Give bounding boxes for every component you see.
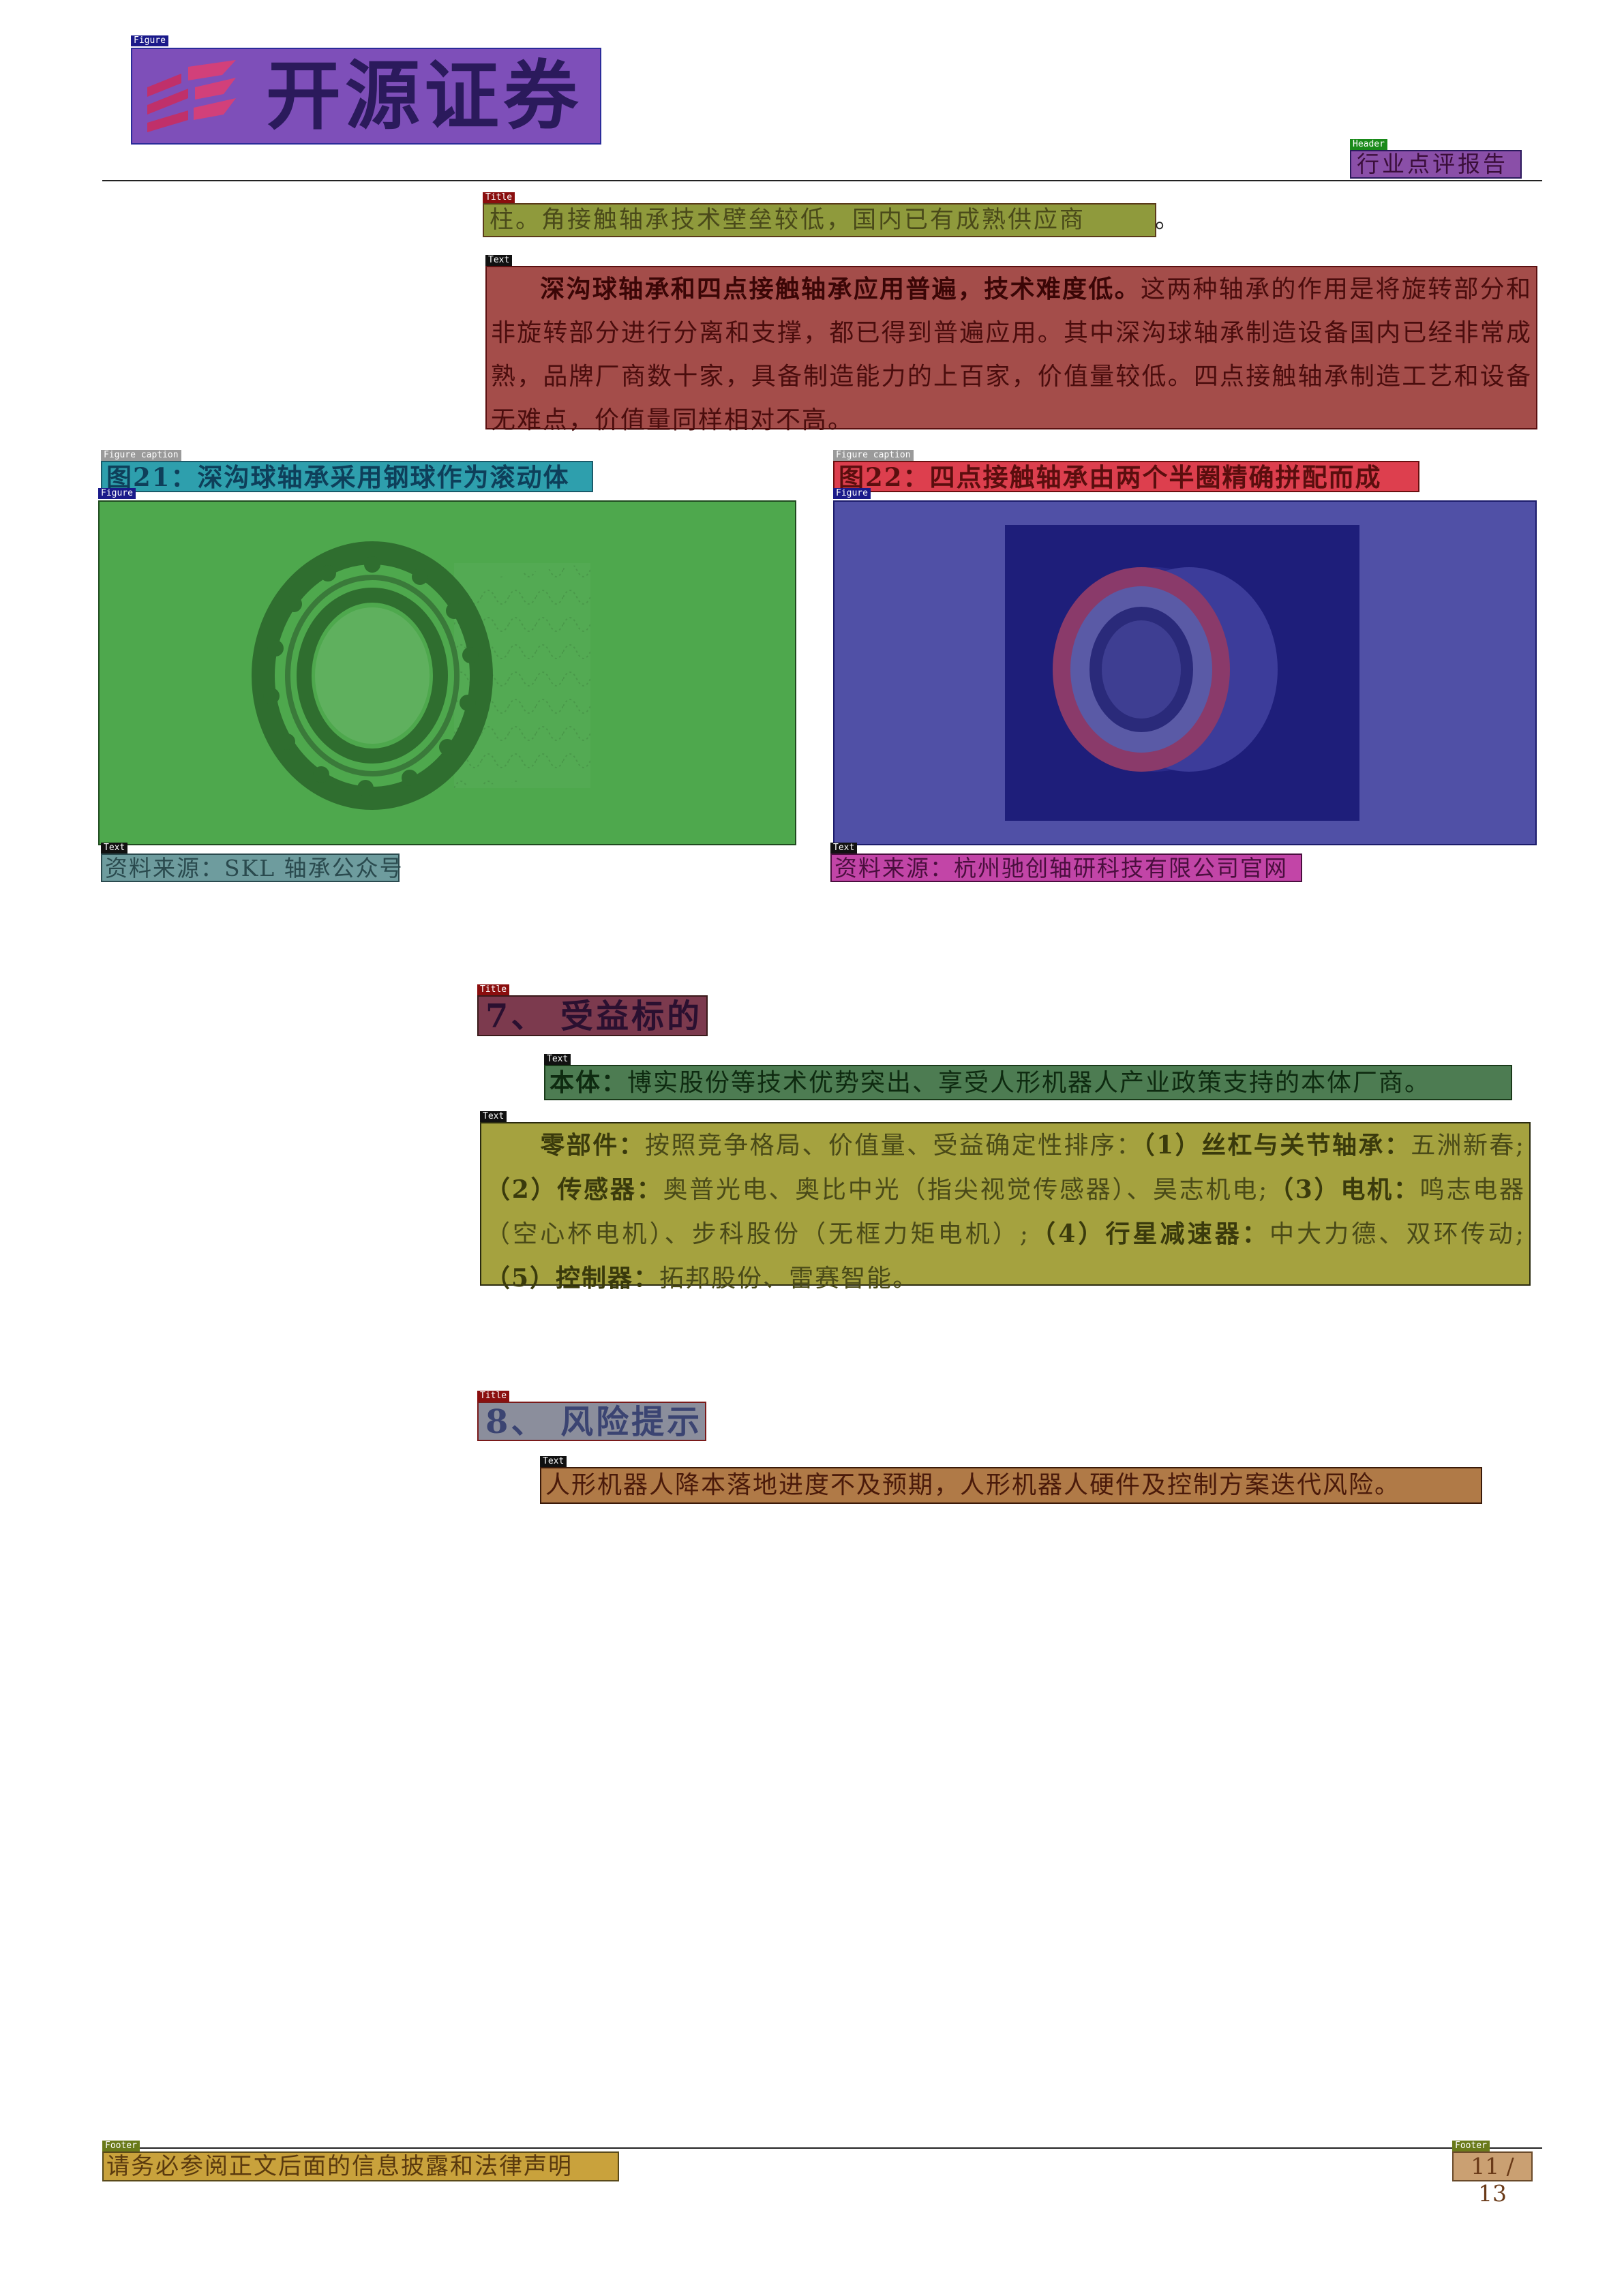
figure22-caption: 图22：四点接触轴承由两个半圈精确拼配而成 [833, 461, 1419, 492]
layout-tag-text: Text [485, 255, 513, 266]
footer-rule [102, 2147, 1542, 2149]
components-item5-text: 拓邦股份、雷赛智能。 [659, 1265, 919, 1293]
layout-tag-figure-caption: Figure caption [833, 450, 914, 461]
components-intro: 按照竞争格局、价值量、受益确定性排序： [645, 1132, 1143, 1160]
layout-tag-title: Title [477, 984, 510, 995]
deep-groove-ball-bearing-illustration [252, 541, 590, 810]
layout-tag-footer: Footer [1452, 2141, 1490, 2151]
layout-tag-title: Title [483, 192, 515, 203]
layout-tag-text: Text [540, 1456, 567, 1467]
figure21-caption: 图21：深沟球轴承采用钢球作为滚动体 [101, 461, 593, 492]
body-makers-text: 博实股份等技术优势突出、享受人形机器人产业政策支持的本体厂商。 [627, 1069, 1431, 1097]
layout-tag-title: Title [477, 1391, 510, 1402]
layout-tag-text: Text [480, 1111, 507, 1122]
section8-risk-text: 人形机器人降本落地进度不及预期，人形机器人硬件及控制方案迭代风险。 [540, 1467, 1482, 1504]
header-rule [102, 180, 1542, 181]
layout-tag-header: Header [1350, 139, 1387, 150]
page-number: 11 / 13 [1452, 2151, 1533, 2207]
components-item2-label: （2）传感器： [485, 1175, 663, 1204]
section7-paragraph-components: 零部件：按照竞争格局、价值量、受益确定性排序：（1）丝杠与关节轴承：五洲新春; （… [480, 1122, 1531, 1293]
figure21-image [98, 500, 796, 845]
layout-tag-footer: Footer [102, 2141, 140, 2151]
layout-tag-text: Text [544, 1054, 571, 1065]
layout-tag-text: Text [101, 843, 128, 854]
figure21-source: 资料来源：SKL 轴承公众号 [101, 854, 402, 882]
body-makers-label: 本体： [550, 1068, 628, 1097]
company-logo: 开源证券 [131, 48, 601, 145]
components-label: 零部件： [540, 1131, 646, 1160]
layout-tag-figure: Figure [833, 488, 871, 499]
paragraph-bearings: 深沟球轴承和四点接触轴承应用普遍，技术难度低。这两种轴承的作用是将旋转部分和非旋… [485, 266, 1537, 434]
components-item2-text: 奥普光电、奥比中光（指尖视觉传感器）、昊志机电; [663, 1176, 1269, 1204]
paragraph-bearings-lead: 深沟球轴承和四点接触轴承应用普遍，技术难度低。 [540, 275, 1141, 303]
section7-heading: 7、 受益标的 [477, 995, 708, 1036]
title-period: 。 [1155, 207, 1179, 234]
footer-disclaimer: 请务必参阅正文后面的信息披露和法律声明 [102, 2151, 619, 2181]
four-point-contact-bearing-illustration [1005, 525, 1359, 821]
section7-paragraph-body-makers: 本体：博实股份等技术优势突出、享受人形机器人产业政策支持的本体厂商。 [544, 1065, 1512, 1100]
components-item5-label: （5）控制器： [485, 1264, 660, 1293]
section8-heading: 8、 风险提示 [477, 1402, 706, 1441]
layout-tag-figure: Figure [131, 35, 168, 46]
logo-mark-icon [147, 60, 236, 132]
layout-tag-text: Text [830, 843, 858, 854]
components-item1-text: 五洲新春; [1411, 1132, 1525, 1160]
components-item3-label: （3）电机： [1268, 1175, 1420, 1204]
figure22-source: 资料来源：杭州驰创轴研科技有限公司官网 [830, 854, 1302, 882]
report-type-label: 行业点评报告 [1350, 150, 1522, 179]
layout-tag-figure-caption: Figure caption [101, 450, 181, 461]
layout-tag-figure: Figure [98, 488, 136, 499]
components-item4-label: （4）行星减速器： [1029, 1220, 1270, 1248]
components-item1-label: （1）丝杠与关节轴承： [1142, 1131, 1411, 1160]
section-title-continuation: 柱。角接触轴承技术壁垒较低，国内已有成熟供应商 [483, 203, 1156, 237]
components-item4-text: 中大力德、双环传动; [1269, 1220, 1525, 1248]
figure22-image [833, 500, 1537, 845]
logo-text: 开源证券 [266, 52, 582, 140]
